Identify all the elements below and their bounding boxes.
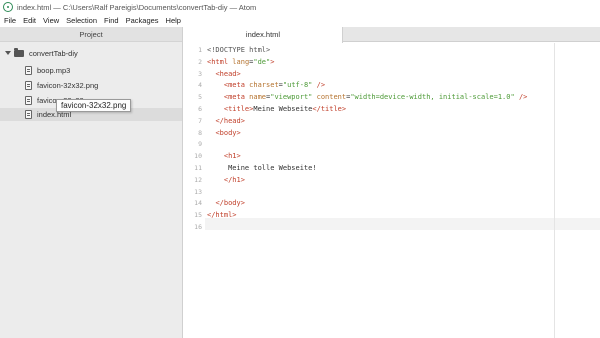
file-tooltip: favicon-32x32.png — [56, 99, 132, 112]
menu-find[interactable]: Find — [101, 16, 122, 25]
line-number: 9 — [198, 140, 202, 149]
code-line: <body> — [207, 128, 241, 137]
tree-file-label: boop.mp3 — [37, 66, 71, 75]
file-icon — [25, 96, 32, 105]
line-number: 13 — [194, 187, 202, 196]
code-token: lang — [232, 57, 250, 66]
file-icon — [25, 81, 32, 90]
code-token: "viewport" — [270, 93, 313, 102]
menu-file[interactable]: File — [1, 16, 19, 25]
menu-selection[interactable]: Selection — [63, 16, 100, 25]
code-line: <h1> — [207, 152, 241, 160]
code-editor[interactable]: 1 2 3 4 5 6 7 8 9 10 11 12 13 14 15 16 <!DOCTYPE html> <… — [184, 43, 600, 338]
wrap-guide — [554, 43, 555, 338]
tree-file-boop[interactable]: boop.mp3 — [0, 64, 182, 77]
tab-bar: index.html — [184, 27, 600, 43]
code-token: <meta — [223, 81, 245, 90]
title-bar: index.html — C:\Users\Ralf Pareigis\Docu… — [0, 0, 600, 14]
tree-file-label: favicon-32x32.png — [37, 81, 99, 90]
project-tree-panel: Project convertTab-diy boop.mp3 favicon-… — [0, 27, 183, 338]
line-number: 11 — [194, 164, 202, 172]
code-token: <h1> — [223, 152, 241, 161]
line-number: 14 — [194, 199, 202, 208]
menu-help[interactable]: Help — [163, 16, 184, 25]
code-token: content — [316, 93, 347, 102]
code-token: <meta — [223, 93, 245, 102]
code-token: "utf-8" — [282, 81, 313, 90]
folder-icon — [14, 48, 24, 57]
code-token: Meine tolle Webseite! — [207, 164, 317, 172]
tree-root-label: convertTab-diy — [29, 49, 78, 58]
tree-root-folder[interactable]: convertTab-diy — [0, 47, 182, 60]
code-token: "width=device-width, initial-scale=1.0" — [350, 93, 515, 102]
menu-view[interactable]: View — [40, 16, 62, 25]
line-number: 10 — [194, 152, 202, 161]
code-line: Meine tolle Webseite! — [207, 164, 317, 172]
line-number: 7 — [198, 116, 202, 125]
code-token: Meine Webseite — [253, 105, 313, 113]
code-token: <head> — [215, 69, 241, 78]
line-number: 16 — [194, 223, 202, 231]
code-token: charset — [249, 81, 279, 90]
code-line: <meta name="viewport" content="width=dev… — [207, 93, 528, 102]
code-line: <head> — [207, 69, 241, 78]
code-token: <title> — [223, 105, 254, 113]
tab-index-html[interactable]: index.html — [184, 27, 343, 43]
code-token: name — [249, 93, 267, 102]
current-line-highlight — [205, 218, 600, 230]
line-number: 1 — [198, 46, 202, 54]
code-line: </html> — [207, 211, 237, 219]
menu-packages[interactable]: Packages — [123, 16, 162, 25]
line-number: 3 — [198, 69, 202, 78]
code-token: </h1> — [223, 175, 245, 184]
code-line: <!DOCTYPE html> — [207, 46, 270, 54]
code-token: > — [270, 57, 275, 66]
code-line: <title>Meine Webseite</title> — [207, 105, 346, 113]
code-line: </h1> — [207, 176, 245, 184]
code-line: </body> — [207, 199, 245, 207]
line-number: 4 — [198, 81, 202, 90]
code-line: </head> — [207, 117, 245, 125]
line-number: 12 — [194, 175, 202, 184]
code-token: <body> — [215, 128, 241, 137]
file-icon — [25, 110, 32, 119]
line-number-gutter: 1 2 3 4 5 6 7 8 9 10 11 12 13 14 15 16 — [184, 43, 205, 338]
line-number: 6 — [198, 105, 202, 113]
line-number: 5 — [198, 93, 202, 102]
code-token: </title> — [312, 105, 347, 113]
line-number: 15 — [194, 211, 202, 220]
code-token: </body> — [215, 199, 245, 208]
atom-logo-icon — [3, 2, 13, 12]
line-number: 8 — [198, 128, 202, 137]
code-line: <meta charset="utf-8" /> — [207, 81, 325, 89]
window-title: index.html — C:\Users\Ralf Pareigis\Docu… — [17, 2, 257, 12]
line-number: 2 — [198, 57, 202, 66]
menu-edit[interactable]: Edit — [20, 16, 39, 25]
code-token: <!DOCTYPE html> — [207, 46, 271, 54]
code-token: <html — [207, 57, 229, 66]
code-token: </html> — [207, 211, 237, 220]
code-token: "de" — [253, 57, 271, 66]
project-panel-header: Project — [0, 27, 182, 42]
chevron-down-icon[interactable] — [5, 50, 11, 57]
code-token: </head> — [215, 116, 245, 125]
menu-bar: File Edit View Selection Find Packages H… — [0, 14, 600, 27]
code-token: /> — [316, 81, 326, 90]
file-icon — [25, 66, 32, 75]
code-token: /> — [518, 93, 528, 102]
tree-file-favicon-1[interactable]: favicon-32x32.png — [0, 79, 182, 92]
code-line: <html lang="de"> — [207, 58, 274, 66]
